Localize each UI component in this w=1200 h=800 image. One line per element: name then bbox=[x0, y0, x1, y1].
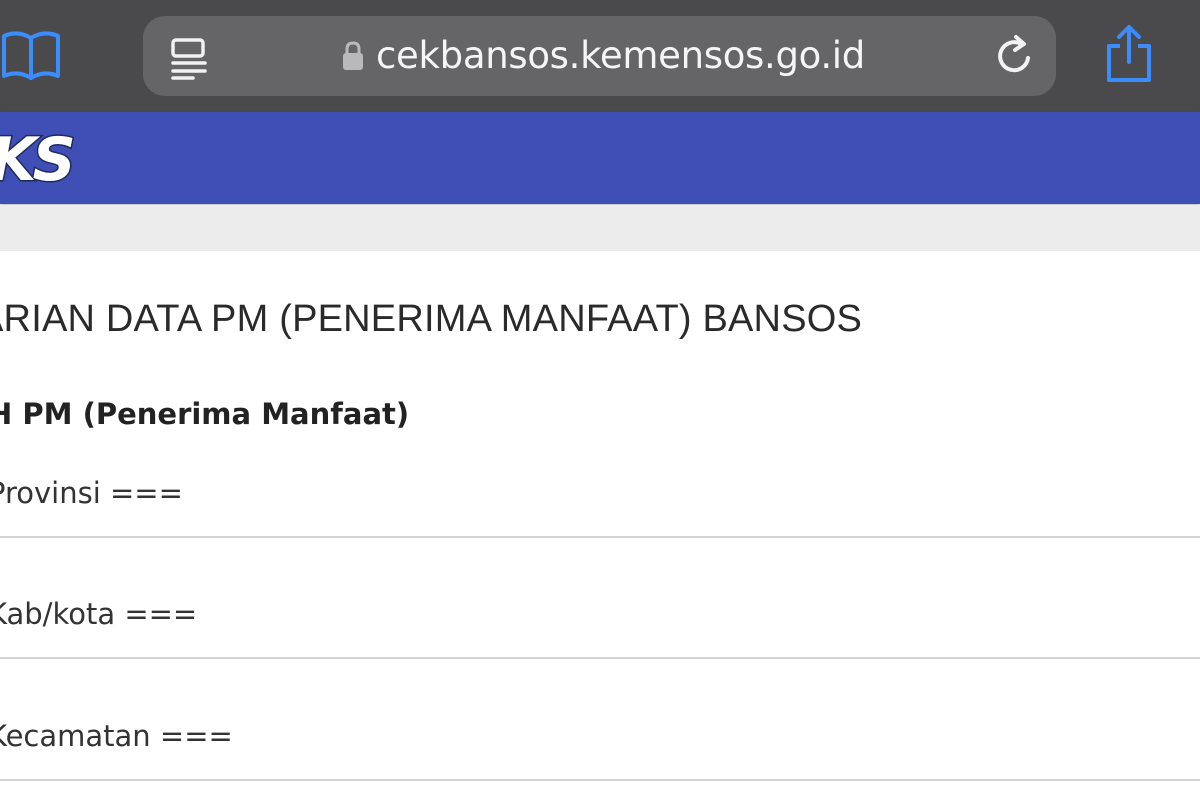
province-select[interactable]: Provinsi === bbox=[0, 468, 1200, 538]
svg-text:KS: KS bbox=[0, 125, 72, 194]
district-select[interactable]: Kecamatan === bbox=[0, 711, 1200, 781]
district-select-value: Kecamatan === bbox=[0, 719, 233, 753]
address-bar[interactable]: cekbansos.kemensos.go.id bbox=[143, 16, 1056, 96]
browser-toolbar: cekbansos.kemensos.go.id bbox=[0, 0, 1200, 112]
reader-mode-icon[interactable] bbox=[165, 34, 215, 80]
url-text[interactable]: cekbansos.kemensos.go.id bbox=[376, 32, 865, 80]
book-icon[interactable] bbox=[0, 26, 64, 86]
site-logo[interactable]: KS bbox=[0, 124, 90, 197]
site-header: KS bbox=[0, 112, 1200, 204]
section-divider bbox=[0, 205, 1200, 251]
reload-icon[interactable] bbox=[991, 32, 1039, 80]
page-title: ARIAN DATA PM (PENERIMA MANFAAT) BANSOS bbox=[0, 298, 863, 340]
province-select-value: Provinsi === bbox=[0, 476, 183, 510]
city-select[interactable]: Kab/kota === bbox=[0, 589, 1200, 659]
city-select-value: Kab/kota === bbox=[0, 597, 198, 631]
lock-icon bbox=[341, 40, 365, 72]
share-icon[interactable] bbox=[1100, 22, 1158, 86]
section-label: H PM (Penerima Manfaat) bbox=[0, 397, 410, 431]
